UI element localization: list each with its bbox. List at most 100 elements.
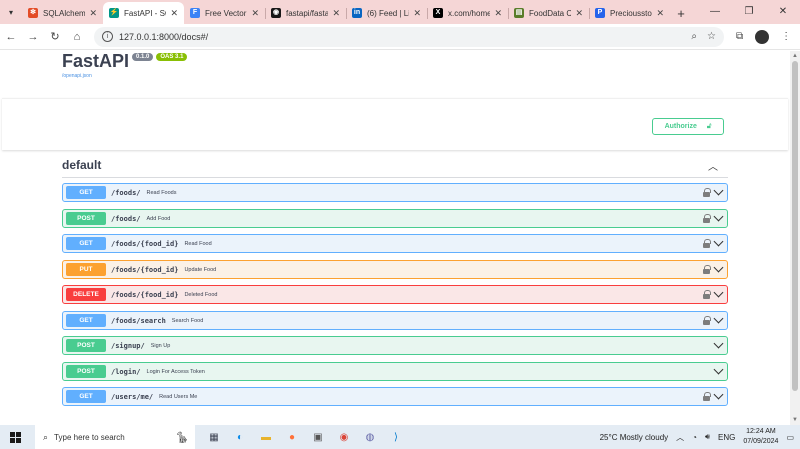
browser-tab[interactable]: Xx.com/home ✕ <box>427 2 508 24</box>
file-explorer-icon[interactable]: ▬ <box>257 428 275 446</box>
browser-tab[interactable]: F Free Vector ✕ <box>184 2 265 24</box>
browser-tab[interactable]: ◉ fastapi/fastapi✕ <box>265 2 346 24</box>
tab-search-icon[interactable]: ▾ <box>0 0 22 24</box>
lock-icon[interactable] <box>703 316 711 325</box>
operation-row[interactable]: GET/foods/{food_id} Read Food <box>62 234 728 253</box>
browser-tab[interactable]: ✻ SQLAlchemy ✕ <box>22 2 103 24</box>
network-icon[interactable]: ◔ <box>692 433 697 442</box>
task-view-icon[interactable]: ▦ <box>205 428 223 446</box>
browser-tab[interactable]: P Preciousstone ✕ <box>589 2 670 24</box>
tab-close-icon[interactable]: ✕ <box>170 8 178 19</box>
lock-icon[interactable] <box>703 290 711 299</box>
extensions-icon[interactable]: ⧉ <box>736 31 743 42</box>
taskbar-search-box[interactable]: ⌕ Type here to search 🦒︎ <box>35 425 195 449</box>
chevron-down-icon[interactable] <box>713 236 724 247</box>
restore-icon[interactable]: ❐ <box>732 0 766 24</box>
chevron-down-icon[interactable] <box>713 389 724 400</box>
firefox-icon[interactable]: ● <box>283 428 301 446</box>
tab-title: FastAPI - Swagger UI <box>124 8 166 18</box>
lock-icon[interactable] <box>703 188 711 197</box>
profile-avatar[interactable] <box>755 29 770 44</box>
chevron-down-icon[interactable] <box>713 185 724 196</box>
reload-icon[interactable]: ↻ <box>44 30 66 43</box>
operation-row[interactable]: DELETE/foods/{food_id} Deleted Food <box>62 285 728 304</box>
back-icon[interactable]: ← <box>0 31 22 43</box>
bookmark-star-icon[interactable]: ☆ <box>707 31 716 42</box>
api-info: FastAPI 0.1.0 OAS 3.1 /openapi.json <box>62 51 188 79</box>
tab-title: FoodData Central <box>529 8 572 18</box>
lock-icon[interactable] <box>703 214 711 223</box>
search-icon: ⌕ <box>43 431 49 442</box>
operation-row[interactable]: PUT/foods/{food_id} Update Food <box>62 260 728 279</box>
teams-icon[interactable]: ◍ <box>361 428 379 446</box>
http-method-badge: PUT <box>66 263 106 276</box>
operation-summary: Login For Access Token <box>146 368 205 375</box>
tab-close-icon[interactable]: ✕ <box>656 8 664 19</box>
chevron-down-icon[interactable] <box>713 262 724 273</box>
photos-icon[interactable]: ▣ <box>309 428 327 446</box>
version-badge: 0.1.0 <box>132 52 154 61</box>
scroll-down-icon[interactable]: ▼ <box>792 417 798 423</box>
chevron-up-icon[interactable]: ︿ <box>708 158 718 173</box>
lock-icon[interactable] <box>703 265 711 274</box>
address-bar[interactable]: i 127.0.0.1:8000/docs#/ ⌕ ☆ <box>94 26 724 47</box>
operation-row[interactable]: POST/signup/Sign Up <box>62 336 728 355</box>
home-icon[interactable]: ⌂ <box>66 31 88 43</box>
page-scrollbar[interactable]: ▲ ▼ <box>790 51 800 425</box>
scroll-up-icon[interactable]: ▲ <box>792 53 798 59</box>
site-info-icon[interactable]: i <box>102 31 113 42</box>
notification-icon[interactable]: ▭ <box>786 433 794 442</box>
lock-icon[interactable] <box>703 392 711 401</box>
authorize-button[interactable]: Authorize 🔓︎ <box>652 118 724 135</box>
chevron-down-icon[interactable] <box>713 364 724 375</box>
tab-close-icon[interactable]: ✕ <box>575 8 583 19</box>
http-method-badge: POST <box>66 339 106 352</box>
tab-close-icon[interactable]: ✕ <box>413 8 421 19</box>
api-title: FastAPI <box>62 51 130 71</box>
scrollbar-thumb[interactable] <box>792 61 798 391</box>
windows-start-icon[interactable] <box>10 431 21 443</box>
operation-summary: Add Food <box>146 215 171 222</box>
browser-tab[interactable]: ▤ FoodData Central✕ <box>508 2 589 24</box>
tab-close-icon[interactable]: ✕ <box>494 8 502 19</box>
forward-icon[interactable]: → <box>22 31 44 43</box>
zoom-icon[interactable]: ⌕ <box>691 31 697 42</box>
language-indicator[interactable]: ENG <box>718 433 735 442</box>
tab-close-icon[interactable]: ✕ <box>251 8 259 19</box>
operation-path: /foods/ <box>111 188 141 197</box>
operation-summary: Search Food <box>171 317 204 324</box>
browser-tab[interactable]: in (6) Feed | LinkedIn✕ <box>346 2 427 24</box>
chevron-down-icon[interactable] <box>713 287 724 298</box>
close-window-icon[interactable]: ✕ <box>766 0 800 24</box>
operation-row[interactable]: GET/foods/search Search Food <box>62 311 728 330</box>
browser-menu-icon[interactable]: ⋮ <box>781 31 791 42</box>
chevron-down-icon[interactable] <box>713 211 724 222</box>
openapi-json-link[interactable]: /openapi.json <box>62 73 187 79</box>
browser-tab[interactable]: ⚡ FastAPI - Swagger UI ✕ <box>103 2 184 24</box>
new-tab-button[interactable]: + <box>670 2 692 24</box>
tab-close-icon[interactable]: ✕ <box>89 8 97 19</box>
clock[interactable]: 12:24 AM 07/09/2024 <box>743 427 778 447</box>
operation-row[interactable]: GET/foods/Read Foods <box>62 183 728 202</box>
edge-icon[interactable]: ◐ <box>231 428 249 446</box>
http-method-badge: POST <box>66 212 106 225</box>
minimize-icon[interactable]: — <box>698 0 732 24</box>
browser-tab-strip: ▾ ✻SQLAlchemy✕⚡FastAPI - Swagger UI✕FFre… <box>0 0 800 24</box>
operation-row[interactable]: GET/users/me/Read Users Me <box>62 387 728 406</box>
url-text[interactable]: 127.0.0.1:8000/docs#/ <box>119 32 681 42</box>
tab-favicon-icon: F <box>190 8 200 18</box>
tray-overflow-icon[interactable]: ︿ <box>676 432 684 443</box>
operation-path: /foods/ <box>111 214 141 223</box>
tab-close-icon[interactable]: ✕ <box>332 8 340 19</box>
operation-row[interactable]: POST/foods/Add Food <box>62 209 728 228</box>
vscode-icon[interactable]: ⟩ <box>387 428 405 446</box>
weather-widget[interactable]: 25°C Mostly cloudy <box>600 433 669 442</box>
lock-icon[interactable] <box>703 239 711 248</box>
operation-row[interactable]: POST/login/Login For Access Token <box>62 362 728 381</box>
tag-section-default[interactable]: default ︿ <box>62 153 728 178</box>
chrome-icon[interactable]: ◉ <box>335 428 353 446</box>
chevron-down-icon[interactable] <box>713 338 724 349</box>
volume-icon[interactable]: 🔊︎ <box>705 432 710 442</box>
operation-path: /login/ <box>111 367 141 376</box>
chevron-down-icon[interactable] <box>713 313 724 324</box>
